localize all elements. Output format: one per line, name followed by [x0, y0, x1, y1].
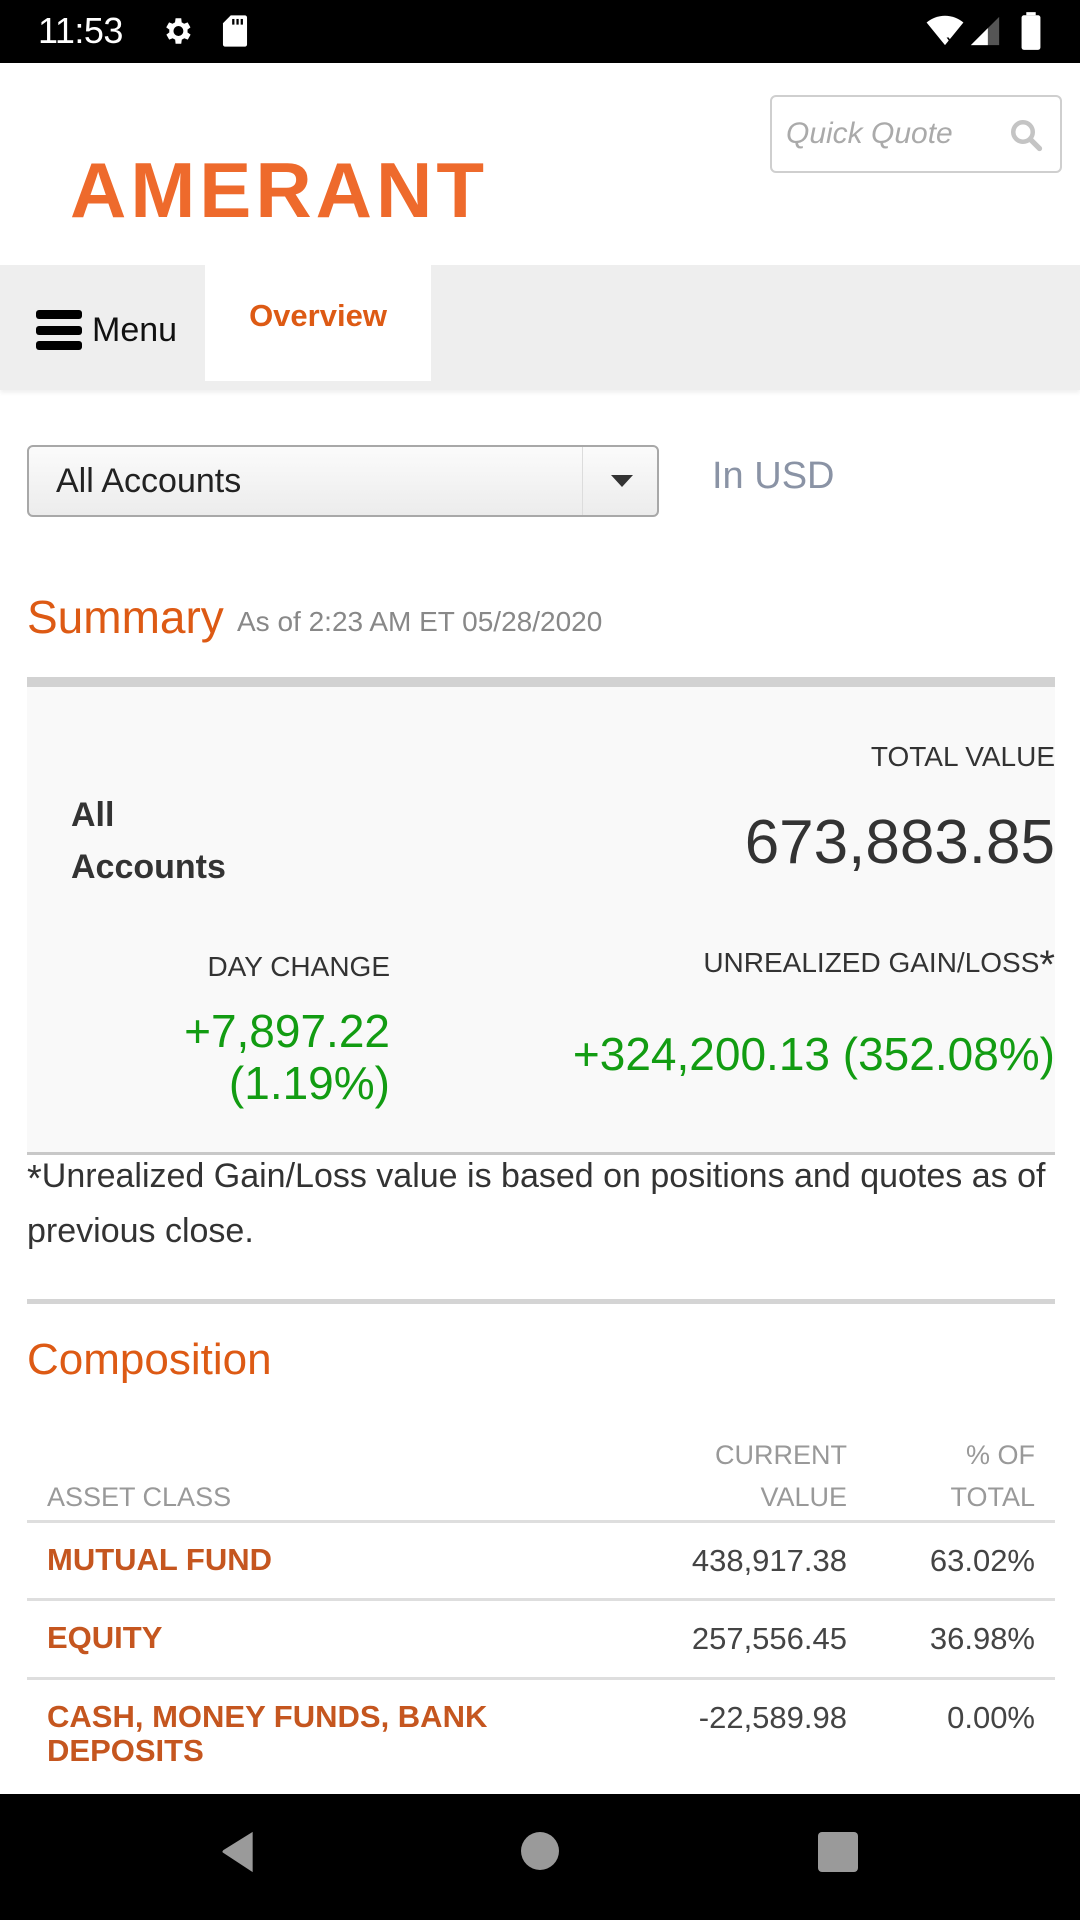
- tab-overview[interactable]: Overview: [205, 265, 431, 381]
- amerant-logo[interactable]: AMERANT: [70, 151, 488, 229]
- pct-of-total: 0.00%: [947, 1700, 1035, 1735]
- asset-class-link[interactable]: EQUITY: [47, 1621, 567, 1655]
- footnote: *Unrealized Gain/Loss value is based on …: [27, 1150, 1057, 1257]
- back-icon[interactable]: [218, 1830, 258, 1874]
- col-current-value: CURRENT VALUE: [715, 1434, 847, 1518]
- summary-panel: TOTAL VALUE All Accounts 673,883.85 DAY …: [27, 687, 1055, 1153]
- day-change-label: DAY CHANGE: [207, 951, 390, 982]
- sd-card-icon: [222, 15, 248, 47]
- battery-icon: [1021, 12, 1041, 50]
- status-time: 11:53: [38, 10, 123, 51]
- wifi-off-icon: x: [926, 15, 964, 48]
- recents-icon[interactable]: [818, 1832, 858, 1872]
- select-divider: [582, 447, 583, 515]
- gear-icon: [166, 18, 191, 44]
- quick-quote-input[interactable]: [786, 97, 1006, 171]
- search-icon[interactable]: [1008, 117, 1044, 153]
- quick-quote-search[interactable]: [770, 95, 1062, 173]
- pct-of-total: 63.02%: [929, 1543, 1035, 1578]
- summary-timestamp: As of 2:23 AM ET 05/28/2020: [237, 606, 603, 637]
- day-change-percent: (1.19%): [228, 1057, 390, 1109]
- asset-class-link[interactable]: MUTUAL FUND: [47, 1543, 567, 1577]
- table-row[interactable]: MUTUAL FUND 438,917.38 63.02%: [27, 1523, 1055, 1599]
- svg-text:x: x: [946, 33, 954, 48]
- total-value: 673,883.85: [744, 808, 1055, 877]
- account-select-value: All Accounts: [56, 462, 242, 500]
- unrealized-label-text: UNREALIZED GAIN/LOSS: [703, 947, 1040, 978]
- chevron-down-icon: [611, 475, 633, 487]
- unrealized-value: +324,200.13 (352.08%): [572, 1028, 1055, 1080]
- day-change-amount: +7,897.22: [184, 1005, 390, 1057]
- total-value-label: TOTAL VALUE: [870, 741, 1055, 772]
- system-nav-bar: [0, 1794, 1080, 1920]
- current-value: 438,917.38: [691, 1543, 847, 1578]
- footnote-marker: *: [1039, 943, 1055, 987]
- col-pct-total: % OF TOTAL: [950, 1434, 1035, 1518]
- table-row[interactable]: EQUITY 257,556.45 36.98%: [27, 1601, 1055, 1677]
- summary-title: Summary: [27, 591, 224, 643]
- menu-label: Menu: [92, 310, 178, 349]
- signal-icon: [970, 16, 1000, 46]
- pct-of-total: 36.98%: [929, 1621, 1035, 1656]
- footnote-asterisk: *: [27, 1158, 42, 1200]
- col-pct-total-line2: TOTAL: [950, 1482, 1035, 1512]
- composition-title: Composition: [27, 1335, 272, 1384]
- table-row[interactable]: CASH, MONEY FUNDS, BANK DEPOSITS -22,589…: [27, 1680, 1055, 1790]
- tab-overview-label: Overview: [249, 298, 387, 333]
- unrealized-label: UNREALIZED GAIN/LOSS*: [703, 943, 1055, 988]
- current-value: 257,556.45: [691, 1621, 847, 1656]
- currency-label: In USD: [712, 455, 835, 497]
- footnote-text: Unrealized Gain/Loss value is based on p…: [27, 1157, 1046, 1250]
- col-current-value-line2: VALUE: [760, 1482, 847, 1512]
- home-icon[interactable]: [521, 1832, 559, 1870]
- current-value: -22,589.98: [698, 1700, 847, 1735]
- account-name: All Accounts: [71, 796, 226, 886]
- header: AMERANT: [0, 63, 1080, 265]
- menu-button[interactable]: Menu: [36, 305, 177, 355]
- section-divider: [27, 1299, 1055, 1304]
- col-pct-total-line1: % OF: [965, 1440, 1035, 1470]
- hamburger-icon: [36, 310, 82, 350]
- day-change-value: +7,897.22 (1.19%): [127, 1005, 390, 1109]
- asset-class-link[interactable]: CASH, MONEY FUNDS, BANK DEPOSITS: [47, 1700, 567, 1768]
- col-current-value-line1: CURRENT: [715, 1440, 847, 1470]
- account-select[interactable]: All Accounts: [27, 445, 659, 517]
- summary-divider: [27, 677, 1055, 687]
- col-asset-class: ASSET CLASS: [47, 1482, 232, 1512]
- status-bar: 11:53 x: [0, 0, 1080, 63]
- nav-bar: Menu Overview: [0, 265, 1080, 390]
